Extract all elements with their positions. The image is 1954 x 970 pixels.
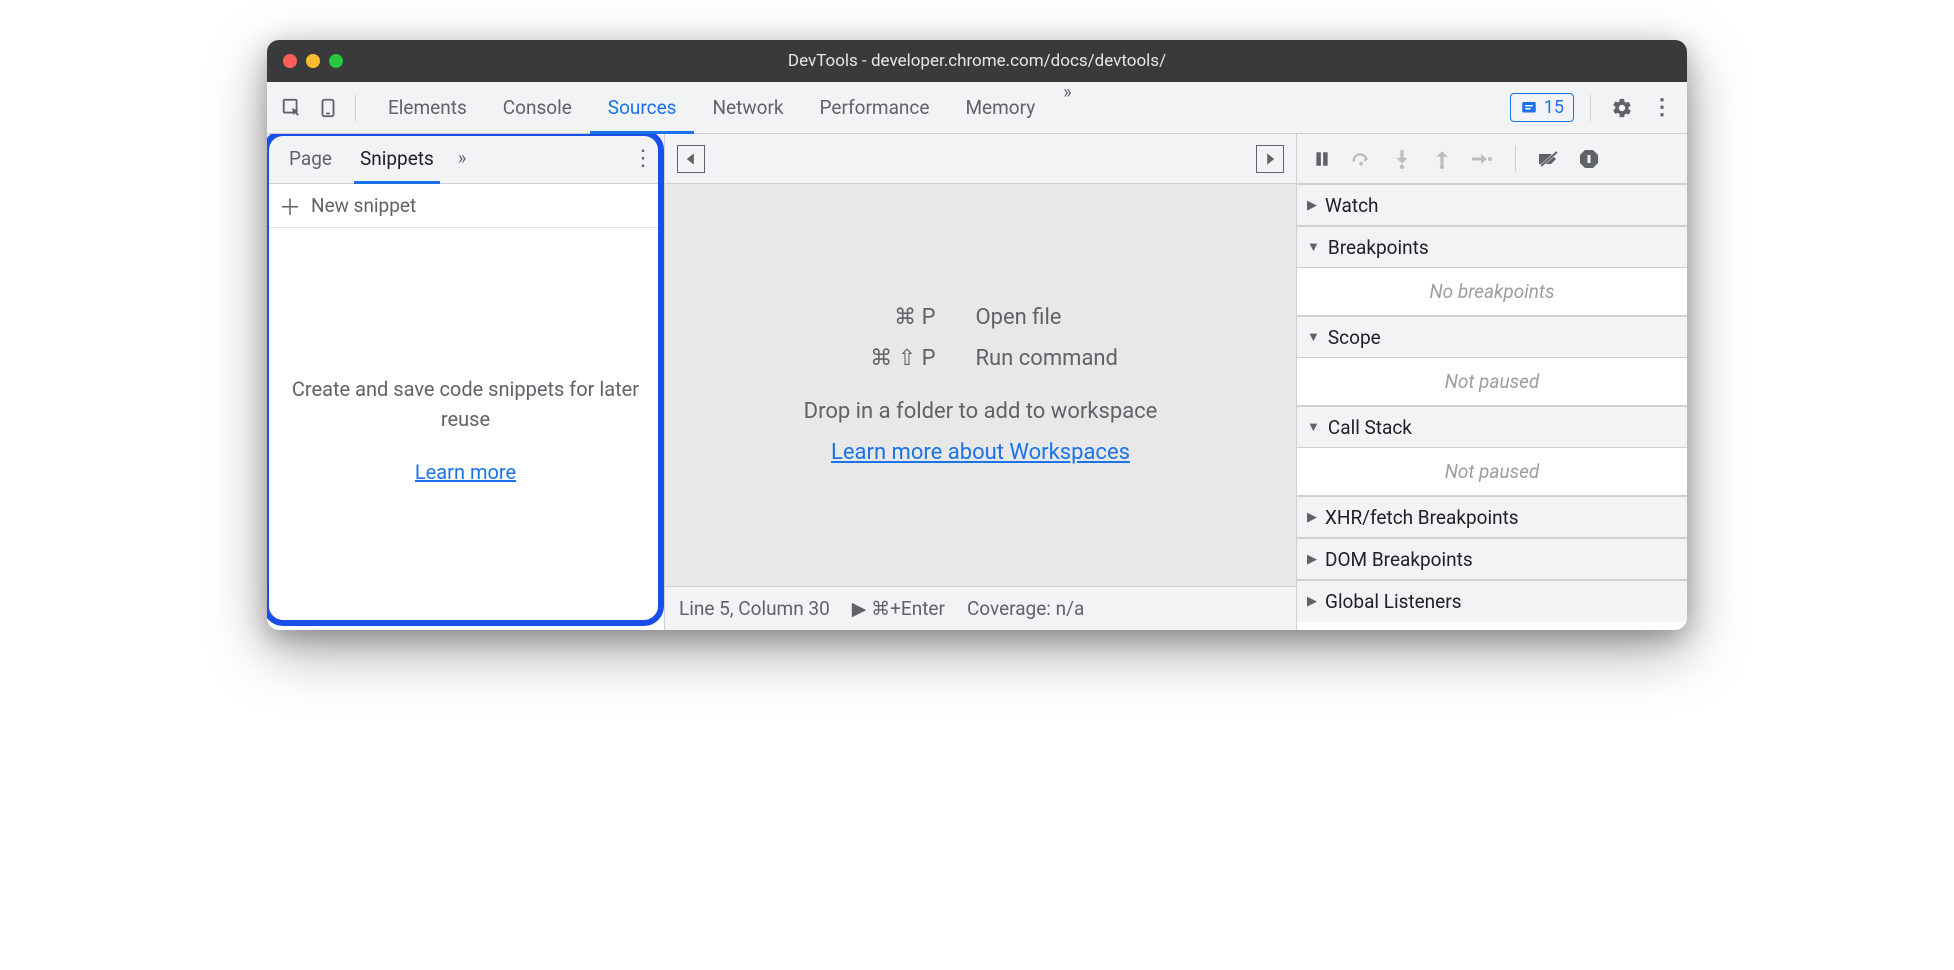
tab-performance[interactable]: Performance <box>802 82 948 133</box>
separator <box>1515 146 1516 172</box>
snippets-learn-more-link[interactable]: Learn more <box>415 460 516 484</box>
device-toggle-icon[interactable] <box>313 93 343 123</box>
snippets-empty-state: Create and save code snippets for later … <box>267 228 664 630</box>
pause-icon[interactable] <box>1309 146 1335 172</box>
close-window-button[interactable] <box>283 54 297 68</box>
step-icon[interactable] <box>1469 146 1495 172</box>
shortcut-keys: ⌘ ⇧ P <box>806 346 936 371</box>
more-tabs-icon[interactable]: » <box>1053 82 1081 133</box>
more-subtabs-icon[interactable]: » <box>448 148 476 169</box>
section-xhr-breakpoints[interactable]: ▶XHR/fetch Breakpoints <box>1297 496 1687 538</box>
hide-debugger-icon[interactable] <box>1256 145 1284 173</box>
section-call-stack[interactable]: ▼Call Stack <box>1297 406 1687 448</box>
workspaces-learn-more-link[interactable]: Learn more about Workspaces <box>831 440 1130 465</box>
plus-icon: ＋ <box>279 190 301 222</box>
editor-tabbar <box>665 134 1296 184</box>
cursor-position: Line 5, Column 30 <box>679 597 830 620</box>
expand-icon: ▶ <box>1307 198 1317 213</box>
issues-button[interactable]: 15 <box>1510 93 1574 122</box>
section-scope[interactable]: ▼Scope <box>1297 316 1687 358</box>
section-dom-breakpoints[interactable]: ▶DOM Breakpoints <box>1297 538 1687 580</box>
new-snippet-button[interactable]: ＋ New snippet <box>267 184 664 228</box>
tab-sources[interactable]: Sources <box>590 82 695 133</box>
tab-memory[interactable]: Memory <box>947 82 1053 133</box>
call-stack-body: Not paused <box>1297 448 1687 496</box>
collapse-icon: ▼ <box>1307 329 1320 345</box>
inspect-element-icon[interactable] <box>277 93 307 123</box>
window-controls <box>283 54 343 68</box>
step-over-icon[interactable] <box>1349 146 1375 172</box>
minimize-window-button[interactable] <box>306 54 320 68</box>
snippets-empty-text: Create and save code snippets for later … <box>287 374 644 434</box>
deactivate-breakpoints-icon[interactable] <box>1536 146 1562 172</box>
expand-icon: ▶ <box>1307 552 1317 567</box>
step-into-icon[interactable] <box>1389 146 1415 172</box>
issues-count: 15 <box>1544 97 1564 118</box>
coverage-status: Coverage: n/a <box>967 597 1084 620</box>
step-out-icon[interactable] <box>1429 146 1455 172</box>
hide-navigator-icon[interactable] <box>677 145 705 173</box>
panel-body: Page Snippets » ⋮ ＋ New snippet Create a… <box>267 134 1687 630</box>
separator <box>355 95 356 121</box>
toolbar-right: 15 ⋮ <box>1510 93 1677 123</box>
collapse-icon: ▼ <box>1307 239 1320 255</box>
tab-elements[interactable]: Elements <box>370 82 485 133</box>
devtools-window: DevTools - developer.chrome.com/docs/dev… <box>267 40 1687 630</box>
navigator-tabs: Page Snippets » ⋮ <box>267 134 664 184</box>
window-title: DevTools - developer.chrome.com/docs/dev… <box>267 51 1687 71</box>
tab-console[interactable]: Console <box>485 82 590 133</box>
maximize-window-button[interactable] <box>329 54 343 68</box>
main-toolbar: Elements Console Sources Network Perform… <box>267 82 1687 134</box>
breakpoints-body: No breakpoints <box>1297 268 1687 316</box>
separator <box>1590 95 1591 121</box>
titlebar: DevTools - developer.chrome.com/docs/dev… <box>267 40 1687 82</box>
main-tabs: Elements Console Sources Network Perform… <box>370 82 1082 133</box>
shortcut-keys: ⌘ P <box>806 305 936 330</box>
pause-on-exceptions-icon[interactable] <box>1576 146 1602 172</box>
editor-empty-state: ⌘ P Open file ⌘ ⇧ P Run command Drop in … <box>665 184 1296 586</box>
shortcut-desc: Open file <box>976 305 1156 330</box>
tab-network[interactable]: Network <box>694 82 801 133</box>
collapse-icon: ▼ <box>1307 419 1320 435</box>
settings-icon[interactable] <box>1607 93 1637 123</box>
subtab-page[interactable]: Page <box>275 134 346 183</box>
navigator-kebab-icon[interactable]: ⋮ <box>622 146 664 171</box>
run-shortcut: ▶ ⌘+Enter <box>852 597 945 620</box>
debugger-pane: ▶Watch ▼Breakpoints No breakpoints ▼Scop… <box>1297 134 1687 630</box>
shortcut-desc: Run command <box>976 346 1156 371</box>
editor-pane: ⌘ P Open file ⌘ ⇧ P Run command Drop in … <box>665 134 1297 630</box>
expand-icon: ▶ <box>1307 510 1317 525</box>
navigator-pane: Page Snippets » ⋮ ＋ New snippet Create a… <box>267 134 665 630</box>
scope-body: Not paused <box>1297 358 1687 406</box>
editor-footer: Line 5, Column 30 ▶ ⌘+Enter Coverage: n/… <box>665 586 1296 630</box>
subtab-snippets[interactable]: Snippets <box>346 134 448 183</box>
shortcut-row: ⌘ ⇧ P Run command <box>806 346 1156 371</box>
debugger-toolbar <box>1297 134 1687 184</box>
drop-folder-hint: Drop in a folder to add to workspace <box>804 399 1158 424</box>
new-snippet-label: New snippet <box>311 194 416 217</box>
section-watch[interactable]: ▶Watch <box>1297 184 1687 226</box>
section-global-listeners[interactable]: ▶Global Listeners <box>1297 580 1687 622</box>
section-breakpoints[interactable]: ▼Breakpoints <box>1297 226 1687 268</box>
kebab-menu-icon[interactable]: ⋮ <box>1647 93 1677 123</box>
shortcut-row: ⌘ P Open file <box>806 305 1156 330</box>
expand-icon: ▶ <box>1307 594 1317 609</box>
